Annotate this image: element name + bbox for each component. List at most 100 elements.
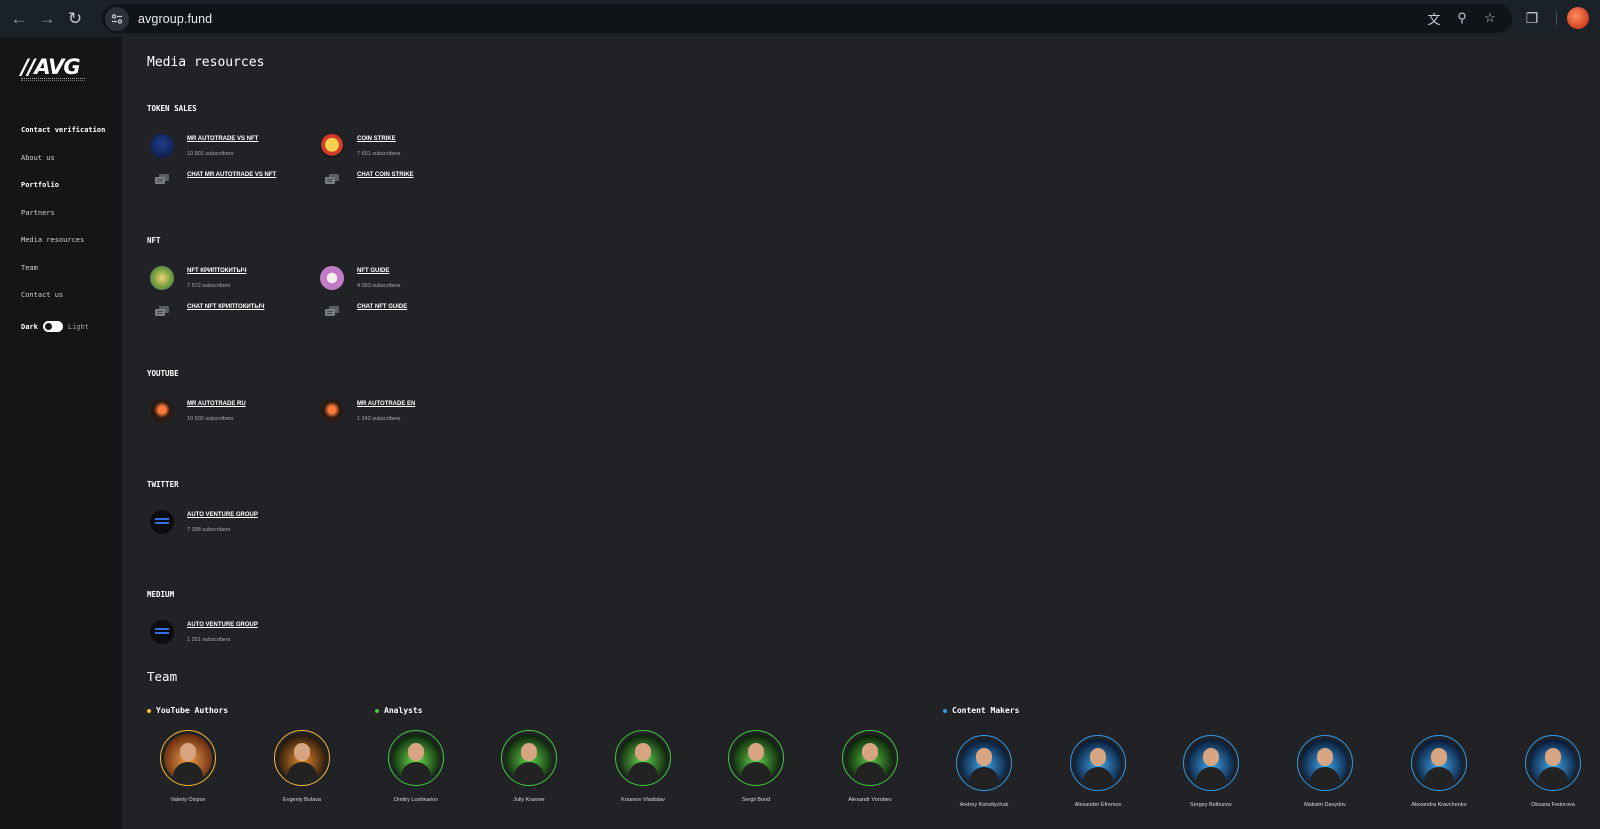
team-group-youtube-authors: YouTube Authors	[147, 706, 228, 715]
theme-light-label: Light	[67, 322, 89, 331]
member-avatar[interactable]	[160, 730, 216, 786]
member-avatar[interactable]	[388, 730, 444, 786]
member-name: Andrey Kolodiychuk	[959, 802, 1009, 808]
section-title-token-sales: TOKEN SALES	[147, 104, 197, 113]
reload-icon[interactable]: ↻	[61, 5, 89, 33]
channel-link[interactable]: NFT GUIDE	[357, 268, 389, 274]
forward-arrow-icon[interactable]: →	[33, 5, 61, 33]
chat-link[interactable]: CHAT MR AUTOTRADE VS NFT	[187, 172, 276, 178]
channel-avatar[interactable]	[320, 399, 344, 423]
member-avatar[interactable]	[501, 730, 557, 786]
subscriber-count: 10 801 subscribers	[187, 151, 234, 157]
channel-avatar[interactable]	[320, 266, 344, 290]
avg-mini-logo	[155, 518, 169, 524]
toolbar-divider	[1556, 11, 1557, 25]
sidebar-item-about-us[interactable]: About us	[21, 154, 55, 162]
member-photo	[619, 734, 667, 782]
page-title: Media resources	[147, 55, 265, 70]
group-dot	[147, 708, 151, 713]
member-photo	[1187, 739, 1235, 787]
member-photo	[1415, 739, 1463, 787]
sidebar: //AVG Contact verification About us Portfo…	[0, 37, 122, 829]
avg-logo[interactable]: //AVG	[21, 55, 81, 79]
channel-link[interactable]: COIN STRIKE	[357, 136, 396, 142]
subscriber-count: 7 572 subscribers	[187, 283, 231, 289]
chat-link[interactable]: CHAT NFT КРИПТОКИТЫЧ	[187, 304, 264, 310]
member-name: Evgeniy Bulava	[283, 797, 321, 803]
member-avatar[interactable]	[1411, 735, 1467, 791]
chat-link[interactable]: CHAT COIN STRIKE	[357, 172, 414, 178]
section-title-twitter: TWITTER	[147, 480, 179, 489]
address-bar[interactable]: avgroup.fund 文 ⚲ ☆	[102, 4, 1512, 33]
theme-toggle[interactable]	[42, 321, 63, 332]
member-name: Juliy Krasner	[513, 797, 545, 803]
sidebar-item-media-resources[interactable]: Media resources	[21, 236, 84, 244]
member-photo	[278, 734, 326, 782]
channel-link[interactable]: MR AUTOTRADE EN	[357, 401, 415, 407]
zoom-icon[interactable]: ⚲	[1452, 8, 1472, 28]
member-avatar[interactable]	[842, 730, 898, 786]
bookmark-star-icon[interactable]: ☆	[1480, 8, 1500, 28]
chat-bubble-icon	[155, 304, 169, 316]
channel-link[interactable]: MR AUTOTRADE VS NFT	[187, 136, 258, 142]
chat-bubble-icon	[155, 172, 169, 184]
member-photo	[1301, 739, 1349, 787]
avg-mini-logo	[155, 628, 169, 634]
url-text[interactable]: avgroup.fund	[138, 12, 212, 26]
translate-icon[interactable]: 文	[1424, 8, 1444, 28]
channel-avatar[interactable]	[150, 620, 174, 644]
channel-link[interactable]: NFT КРИПТОКИТЫЧ	[187, 268, 247, 274]
back-arrow-icon[interactable]: ←	[5, 5, 33, 33]
channel-avatar[interactable]	[150, 399, 174, 423]
theme-switch[interactable]: Dark Light	[21, 321, 89, 332]
sidebar-item-contact-us[interactable]: Contact us	[21, 291, 63, 299]
member-photo	[164, 734, 212, 782]
subscriber-count: 10 500 subscribers	[187, 416, 234, 422]
member-name: Maksim Davydov	[1304, 802, 1346, 808]
subscriber-count: 7 651 subscribers	[357, 151, 401, 157]
channel-link[interactable]: MR AUTOTRADE RU	[187, 401, 246, 407]
member-avatar[interactable]	[1525, 735, 1581, 791]
subscriber-count: 4 093 subscribers	[357, 283, 401, 289]
chat-bubble-icon	[325, 172, 339, 184]
theme-dark-label: Dark	[21, 322, 38, 331]
channel-link[interactable]: AUTO VENTURE GROUP	[187, 512, 258, 518]
member-avatar[interactable]	[728, 730, 784, 786]
member-avatar[interactable]	[274, 730, 330, 786]
member-name: Krasnov Vladislav	[621, 797, 665, 803]
member-name: Oksana Fedorova	[1531, 802, 1575, 808]
channel-avatar[interactable]	[150, 266, 174, 290]
chat-bubble-icon	[325, 304, 339, 316]
section-title-medium: MEDIUM	[147, 590, 175, 599]
member-name: Sergii Bond	[741, 797, 771, 803]
member-avatar[interactable]	[956, 735, 1012, 791]
member-avatar[interactable]	[615, 730, 671, 786]
chat-link[interactable]: CHAT NFT GUIDE	[357, 304, 407, 310]
sidebar-item-contact-verification[interactable]: Contact verification	[21, 126, 105, 134]
member-photo	[960, 739, 1008, 787]
member-name: Alexandra Kravchenko	[1411, 802, 1467, 808]
channel-avatar[interactable]	[150, 134, 174, 158]
member-name: Sergey Bolbunov	[1190, 802, 1232, 808]
member-name: Alexandr Vorobev	[848, 797, 892, 803]
channel-link[interactable]: AUTO VENTURE GROUP	[187, 622, 258, 628]
sidebar-item-portfolio[interactable]: Portfolio	[21, 181, 59, 189]
browser-toolbar: ← → ↻ avgroup.fund 文 ⚲ ☆ ❐	[0, 0, 1600, 37]
subscriber-count: 7 398 subscribers	[187, 527, 231, 533]
channel-avatar[interactable]	[150, 510, 174, 534]
site-info-icon[interactable]	[105, 6, 129, 31]
group-label: YouTube Authors	[156, 706, 229, 715]
sidebar-item-partners[interactable]: Partners	[21, 209, 55, 217]
member-avatar[interactable]	[1297, 735, 1353, 791]
member-avatar[interactable]	[1183, 735, 1239, 791]
channel-avatar[interactable]	[320, 134, 344, 158]
group-dot	[943, 708, 947, 713]
subscriber-count: 1 242 subscribers	[357, 416, 401, 422]
profile-avatar[interactable]	[1567, 7, 1589, 29]
member-photo	[1529, 739, 1577, 787]
extensions-icon[interactable]: ❐	[1522, 8, 1542, 28]
sidebar-item-team[interactable]: Team	[21, 264, 38, 272]
team-group-content-makers: Content Makers	[943, 706, 1019, 715]
member-avatar[interactable]	[1070, 735, 1126, 791]
group-label: Content Makers	[952, 706, 1020, 715]
